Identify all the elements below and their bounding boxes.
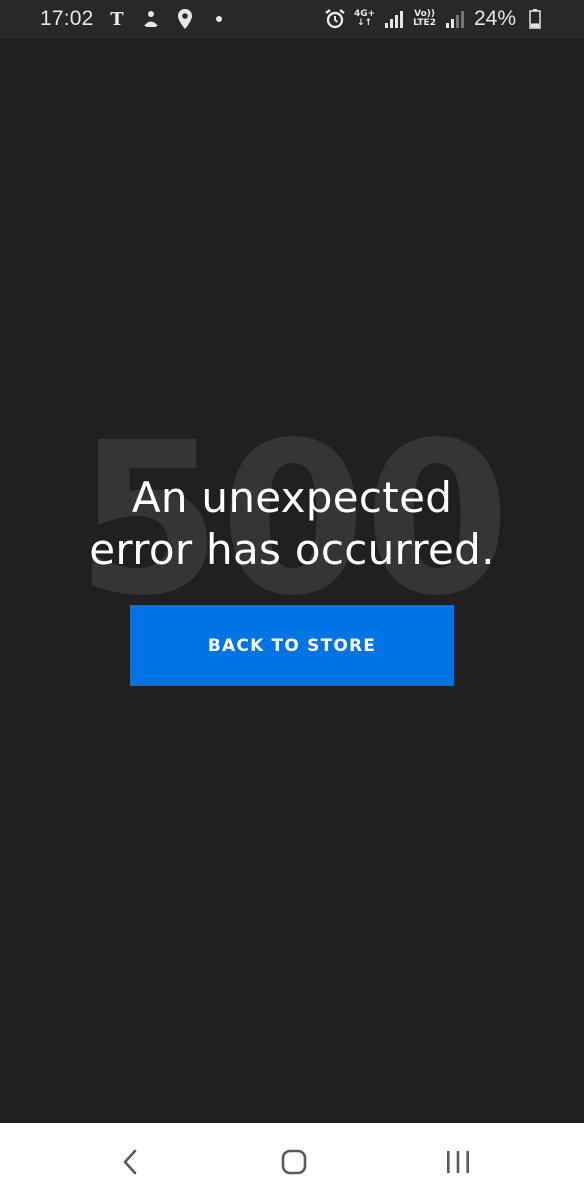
status-bar: 17:02 T 4G+ ↓↑ Vo)) LTE2 24% xyxy=(0,0,584,38)
network-lte2-indicator: Vo)) LTE2 xyxy=(413,10,436,28)
home-icon xyxy=(281,1149,307,1174)
chevron-left-icon xyxy=(123,1149,137,1174)
status-bar-right: 4G+ ↓↑ Vo)) LTE2 24% xyxy=(324,0,546,38)
dot-icon xyxy=(208,8,230,30)
signal-strength-2-icon xyxy=(444,8,466,30)
nav-recent-apps-button[interactable] xyxy=(418,1123,498,1200)
error-title: An unexpected error has occurred. xyxy=(0,472,584,576)
nav-back-button[interactable] xyxy=(90,1123,170,1200)
error-title-line-1: An unexpected xyxy=(131,473,453,522)
notification-app-icon xyxy=(140,8,162,30)
error-title-line-2: error has occurred. xyxy=(89,525,495,574)
signal-strength-icon xyxy=(383,8,405,30)
battery-icon xyxy=(524,8,546,30)
alarm-icon xyxy=(324,8,346,30)
system-navigation-bar xyxy=(0,1123,584,1200)
network-4g-activity: ↓↑ xyxy=(357,18,373,28)
svg-text:T: T xyxy=(110,9,124,29)
nav-home-button[interactable] xyxy=(254,1123,334,1200)
back-to-store-button[interactable]: BACK TO STORE xyxy=(130,605,454,686)
recent-apps-icon xyxy=(447,1150,469,1173)
location-icon xyxy=(174,8,196,30)
status-bar-left: 17:02 T xyxy=(40,0,230,38)
battery-percent: 24% xyxy=(473,7,516,30)
lte2-label: LTE2 xyxy=(413,18,436,28)
nyt-icon: T xyxy=(106,8,128,30)
clock: 17:02 xyxy=(40,7,94,30)
network-4g-indicator: 4G+ ↓↑ xyxy=(354,10,375,28)
